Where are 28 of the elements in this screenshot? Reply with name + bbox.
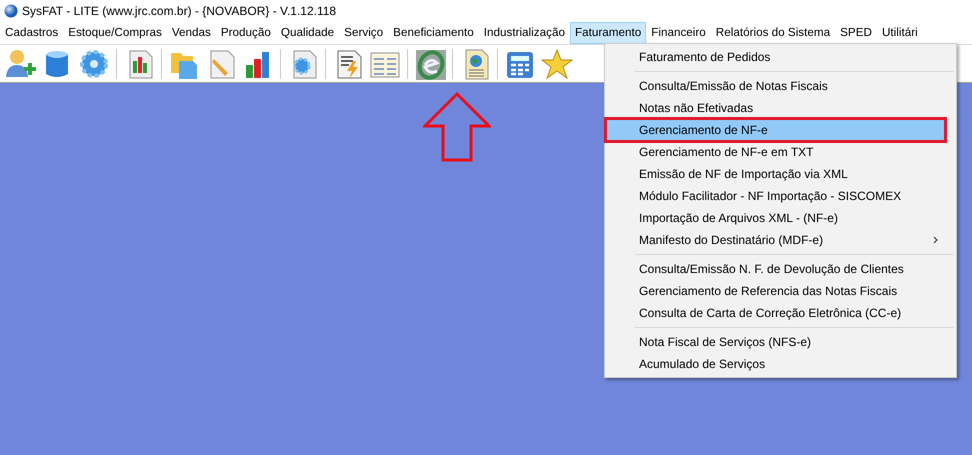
menu-item[interactable]: Manifesto do Destinatário (MDF-e) xyxy=(607,229,944,251)
menu-item[interactable]: Emissão de NF de Importação via XML xyxy=(607,163,944,185)
menu-item[interactable]: Nota Fiscal de Serviços (NFS-e) xyxy=(607,331,944,353)
menu-item[interactable]: Cadastros xyxy=(0,22,64,44)
menu-item[interactable]: Vendas xyxy=(166,22,216,44)
menu-item[interactable]: Serviço xyxy=(339,22,388,44)
menu-item[interactable]: Produção xyxy=(216,22,276,44)
menu-item[interactable]: Consulta/Emissão N. F. de Devolução de Clientes xyxy=(607,258,944,280)
menu-item[interactable]: Faturamento xyxy=(570,22,646,44)
menu-item[interactable]: Qualidade xyxy=(276,22,340,44)
menu-item[interactable]: Notas não Efetivadas xyxy=(607,97,944,119)
menu-item[interactable]: Beneficiamento xyxy=(388,22,479,44)
menu-item[interactable]: Relatórios do Sistema xyxy=(710,22,836,44)
menu-item[interactable]: SPED xyxy=(835,22,877,44)
menu-item[interactable]: Industrialização xyxy=(478,22,570,44)
menu-item[interactable]: Consulta de Carta de Correção Eletrônica (CC-e) xyxy=(607,302,944,324)
menu-item[interactable]: Módulo Facilitador - NF Importação - SISCOMEX xyxy=(607,185,944,207)
menu-item[interactable]: Faturamento de Pedidos xyxy=(607,46,944,68)
menu-item[interactable]: Gerenciamento de NF-e xyxy=(607,119,944,141)
menu-item[interactable]: Estoque/Compras xyxy=(63,22,167,44)
menu-item[interactable]: Gerenciamento de Referencia das Notas Fiscais xyxy=(607,280,944,302)
menu-item[interactable]: Financeiro xyxy=(646,22,711,44)
menu-item[interactable]: Importação de Arquivos XML - (NF-e) xyxy=(607,207,944,229)
menu-item[interactable]: Utilitári xyxy=(876,22,923,44)
menu-item[interactable]: Acumulado de Serviços xyxy=(607,353,944,375)
menu-item[interactable]: Gerenciamento de NF-e em TXT xyxy=(607,141,944,163)
menu-item[interactable]: Consulta/Emissão de Notas Fiscais xyxy=(607,75,944,97)
window-title: SysFAT - LITE (www.jrc.com.br) - {NOVABOR} - V.1.12.118 xyxy=(22,3,336,20)
